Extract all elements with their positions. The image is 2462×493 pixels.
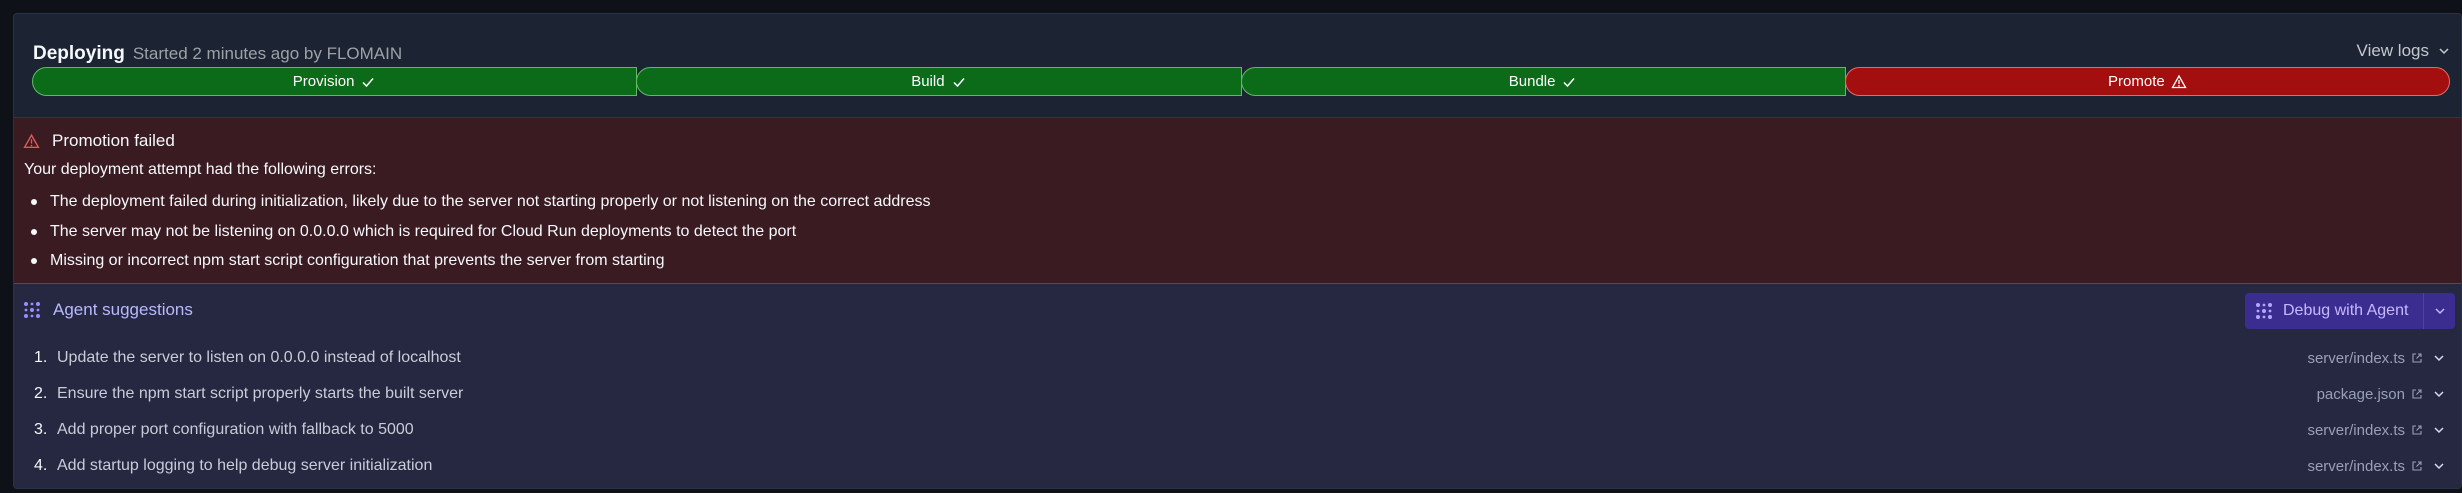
- stage-build[interactable]: Build: [636, 67, 1242, 96]
- error-item: The server may not be listening on 0.0.0…: [31, 221, 930, 251]
- error-item: The deployment failed during initializat…: [31, 191, 930, 221]
- deploy-subtitle: Started 2 minutes ago by FLOMAIN: [132, 44, 403, 63]
- stage-label: Provision: [292, 73, 355, 90]
- error-item-text: The deployment failed during initializat…: [50, 193, 931, 210]
- bullet: [31, 258, 37, 264]
- file-name: server/index.ts: [2307, 457, 2405, 475]
- stage-promote[interactable]: Promote: [1844, 67, 2450, 96]
- step-text: Add startup logging to help debug server…: [57, 457, 433, 474]
- external-link-icon: [2412, 389, 2422, 399]
- chevron-down-icon[interactable]: [2431, 458, 2447, 474]
- file-link[interactable]: server/index.ts: [2307, 350, 2423, 367]
- file-link[interactable]: package.json: [2317, 386, 2423, 403]
- step-text: Add proper port configuration with fallb…: [57, 421, 414, 438]
- chevron-down-icon: [2439, 48, 2449, 55]
- agent-icon: [24, 302, 40, 318]
- file-name: package.json: [2316, 385, 2405, 403]
- suggestion-step[interactable]: 4. Add startup logging to help debug ser…: [34, 448, 2447, 484]
- deployment-header: Deploying Started 2 minutes ago by FLOMA…: [14, 14, 2461, 117]
- file-link[interactable]: server/index.ts: [2307, 458, 2423, 475]
- error-item: Missing or incorrect npm start script co…: [31, 250, 930, 280]
- check-icon: [1563, 77, 1576, 87]
- chevron-down-icon[interactable]: [2431, 422, 2447, 438]
- file-link[interactable]: server/index.ts: [2307, 422, 2423, 439]
- view-logs-label: View logs: [2356, 41, 2429, 60]
- step-number: 1.: [34, 349, 48, 366]
- external-link-icon: [2412, 425, 2422, 435]
- step-text: Update the server to listen on 0.0.0.0 i…: [57, 349, 461, 366]
- suggestion-step[interactable]: 3. Add proper port configuration with fa…: [34, 412, 2447, 448]
- file-name: server/index.ts: [2307, 421, 2405, 439]
- error-item-text: Missing or incorrect npm start script co…: [50, 252, 665, 269]
- error-section: Promotion failed Your deployment attempt…: [14, 117, 2461, 283]
- stage-label: Bundle: [1508, 73, 1556, 90]
- page-title: Deploying: [33, 43, 125, 64]
- step-text: Ensure the npm start script properly sta…: [57, 385, 464, 402]
- warning-icon: [23, 133, 40, 148]
- check-icon: [362, 77, 375, 87]
- suggestion-step[interactable]: 2. Ensure the npm start script properly …: [34, 376, 2447, 412]
- error-title-label: Promotion failed: [52, 131, 175, 150]
- chevron-down-icon: [2434, 308, 2445, 315]
- stage-label: Build: [911, 73, 945, 90]
- suggestion-step[interactable]: 1. Update the server to listen on 0.0.0.…: [34, 340, 2447, 376]
- debug-with-agent-button[interactable]: Debug with Agent: [2245, 293, 2455, 329]
- error-item-text: The server may not be listening on 0.0.0…: [50, 222, 797, 240]
- stage-label: Promote: [2108, 73, 2165, 90]
- external-link-icon: [2412, 461, 2422, 471]
- external-link-icon: [2412, 353, 2422, 363]
- view-logs-button[interactable]: View logs: [2357, 41, 2451, 61]
- deployment-stages: Provision Build Bundle Promote: [32, 67, 2450, 96]
- bullet: [31, 228, 37, 235]
- chevron-down-icon[interactable]: [2431, 386, 2447, 402]
- warning-icon: [2171, 74, 2187, 88]
- suggestions-title: Agent suggestions: [23, 300, 193, 320]
- step-number: 2.: [34, 385, 48, 402]
- suggestion-steps: 1. Update the server to listen on 0.0.0.…: [34, 340, 2447, 484]
- debug-dropdown-toggle[interactable]: [2423, 293, 2455, 329]
- deployment-panel: Deploying Started 2 minutes ago by FLOMA…: [13, 13, 2462, 489]
- chevron-down-icon[interactable]: [2431, 350, 2447, 366]
- error-list: The deployment failed during initializat…: [31, 191, 930, 280]
- agent-suggestions-section: Agent suggestions Debug with Agent 1. Up…: [14, 283, 2461, 488]
- file-name: server/index.ts: [2307, 349, 2405, 367]
- agent-icon: [2256, 303, 2272, 319]
- stage-bundle[interactable]: Bundle: [1240, 67, 1846, 96]
- step-number: 4.: [34, 457, 48, 474]
- debug-button-label: Debug with Agent: [2283, 302, 2409, 319]
- bullet: [31, 199, 37, 205]
- check-icon: [953, 77, 965, 87]
- error-intro: Your deployment attempt had the followin…: [24, 161, 377, 178]
- stage-provision[interactable]: Provision: [32, 67, 638, 96]
- suggestions-title-label: Agent suggestions: [53, 300, 193, 319]
- step-number: 3.: [34, 421, 48, 438]
- debug-main[interactable]: Debug with Agent: [2245, 302, 2423, 320]
- error-title: Promotion failed: [23, 131, 175, 151]
